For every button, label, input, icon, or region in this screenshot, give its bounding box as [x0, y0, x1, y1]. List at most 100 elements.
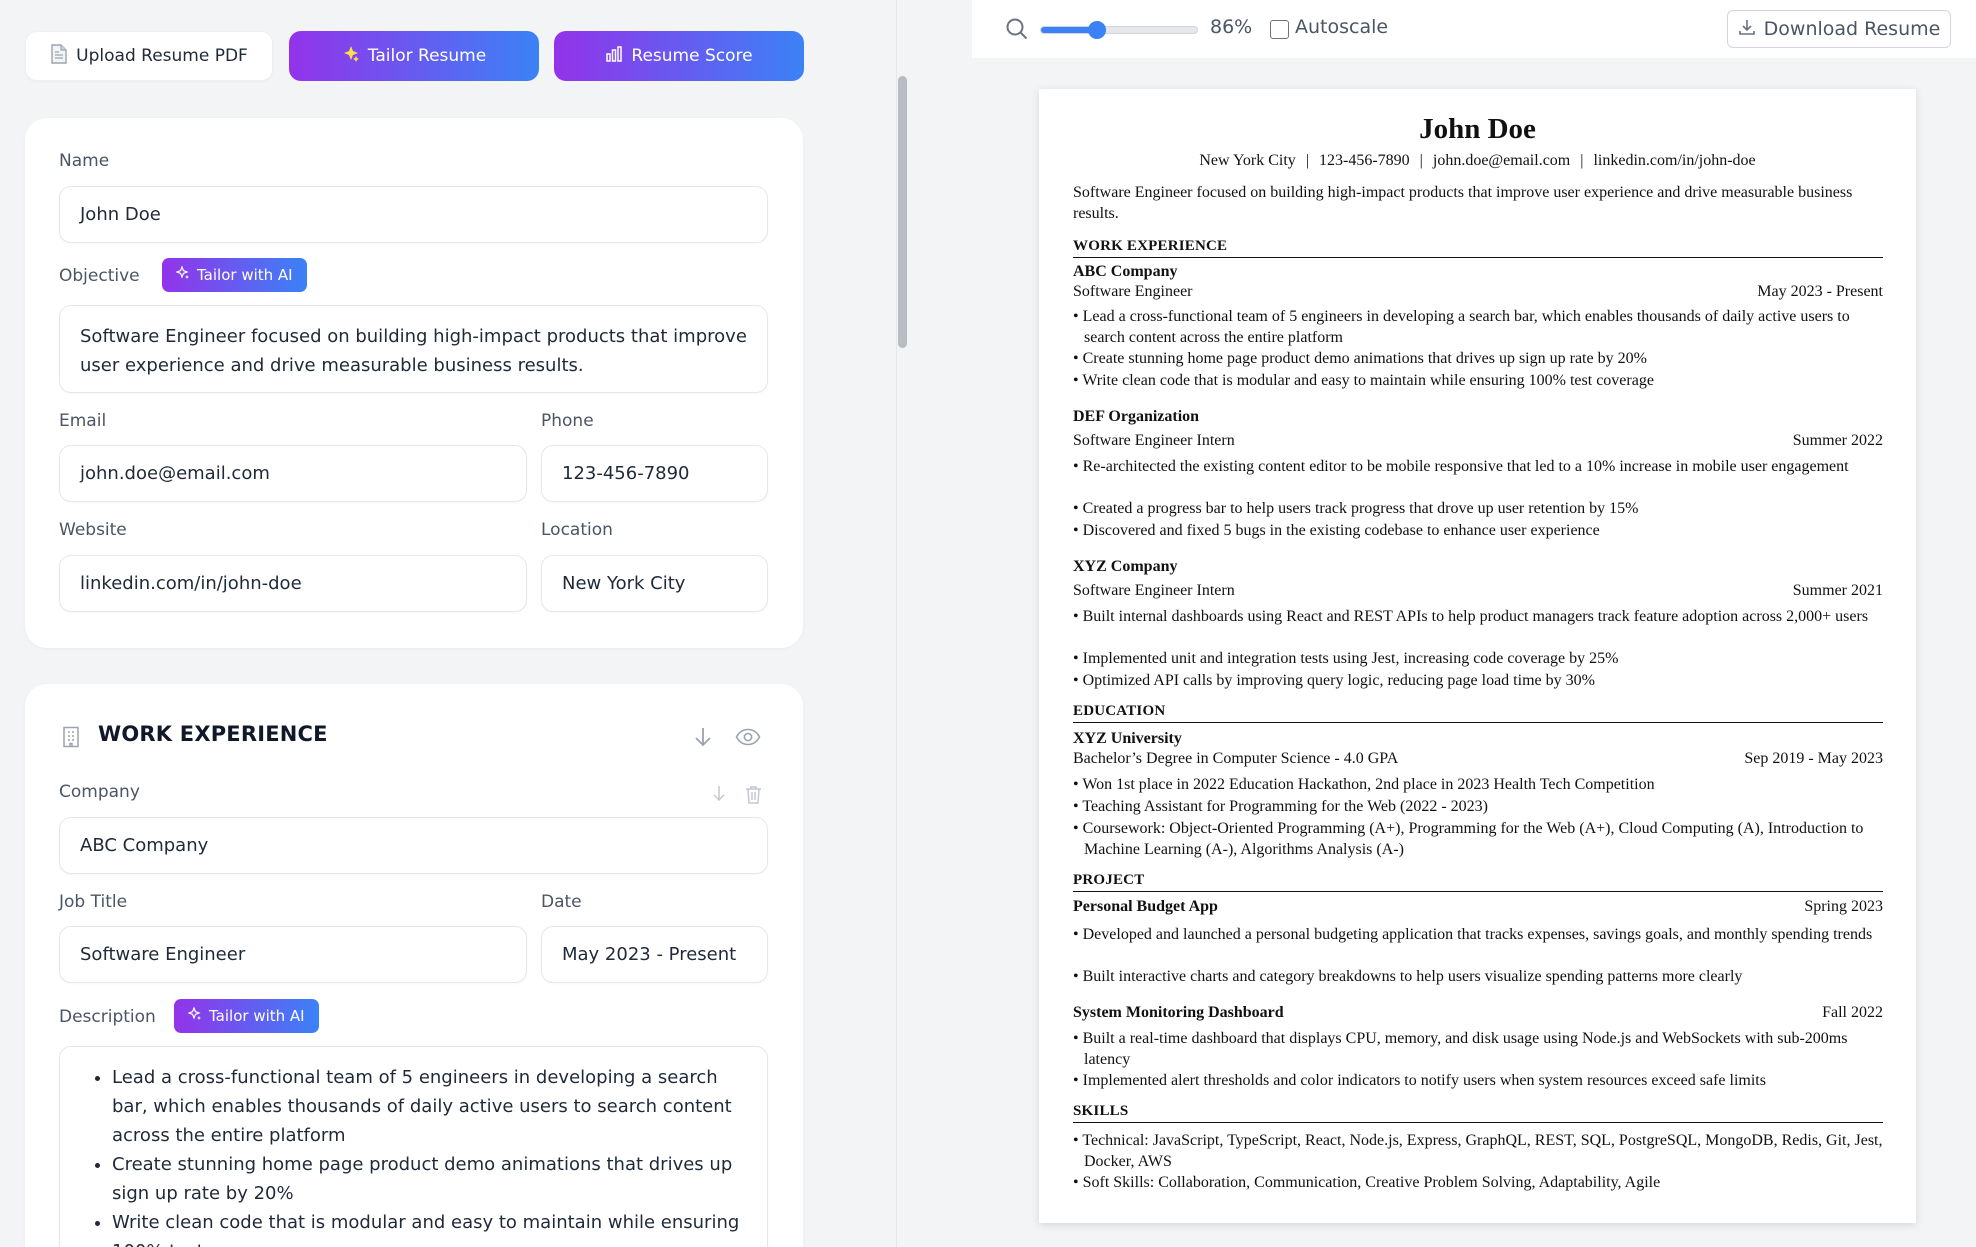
email-value: john.doe@email.com — [80, 463, 270, 484]
resume-score-label: Resume Score — [631, 46, 753, 66]
resume-email: john.doe@email.com — [1432, 152, 1571, 169]
description-tailor-ai-button[interactable]: Tailor with AI — [174, 999, 319, 1033]
objective-textarea[interactable]: Software Engineer focused on building hi… — [59, 305, 768, 393]
autoscale-checkbox[interactable] — [1270, 20, 1289, 39]
job-title-label: Job Title — [59, 892, 128, 912]
company-field[interactable]: ABC Company — [59, 817, 768, 874]
download-resume-label: Download Resume — [1763, 18, 1941, 40]
editor-panel: Upload Resume PDF Tailor Resume Resume S… — [0, 0, 897, 1247]
sparkles-icon — [175, 265, 190, 284]
tailor-resume-button[interactable]: Tailor Resume — [289, 31, 539, 81]
move-section-down-icon[interactable] — [690, 724, 716, 750]
resume-bullet: • Built internal dashboards using React … — [1073, 608, 1869, 625]
resume-job-row: Software Engineer Intern Summer 2022 — [1073, 432, 1883, 449]
name-label: Name — [59, 151, 110, 171]
zoom-slider[interactable] — [1040, 21, 1198, 39]
job-title-value: Software Engineer — [80, 944, 246, 965]
description-bullet: Create stunning home page product demo a… — [112, 1150, 747, 1208]
move-entry-down-icon[interactable] — [710, 784, 728, 804]
resume-project-heading: PROJECT — [1073, 872, 1883, 892]
resume-job-company: ABC Company — [1073, 263, 1178, 280]
name-value: John Doe — [80, 204, 161, 225]
resume-bullet: • Coursework: Object-Oriented Programmin… — [1073, 820, 1864, 858]
resume-website: linkedin.com/in/john-doe — [1593, 152, 1756, 169]
editor-scrollbar[interactable] — [898, 76, 907, 348]
zoom-percentage: 86% — [1210, 16, 1253, 38]
resume-preview: John Doe New York City | 123-456-7890 | john… — [1039, 89, 1916, 1223]
resume-job-company: DEF Organization — [1073, 408, 1200, 425]
resume-job-row: Software Engineer May 2023 - Present — [1073, 283, 1883, 300]
download-resume-button[interactable]: Download Resume — [1727, 10, 1951, 48]
resume-project-row: System Monitoring Dashboard Fall 2022 — [1073, 1004, 1883, 1021]
phone-field[interactable]: 123-456-7890 — [541, 445, 768, 502]
resume-skills-heading: SKILLS — [1073, 1103, 1883, 1123]
building-icon — [60, 725, 82, 749]
location-value: New York City — [562, 573, 686, 594]
resume-education-heading: EDUCATION — [1073, 703, 1883, 723]
resume-project-row: Personal Budget App Spring 2023 — [1073, 898, 1883, 915]
company-value: ABC Company — [80, 835, 209, 856]
date-field[interactable]: May 2023 - Present — [541, 926, 768, 983]
resume-degree-row: Bachelor’s Degree in Computer Science - … — [1073, 750, 1883, 767]
panel-divider — [896, 0, 897, 1247]
resume-bullet: • Discovered and fixed 5 bugs in the exi… — [1073, 522, 1600, 539]
search-icon — [1003, 15, 1031, 43]
resume-bullet: • Implemented alert thresholds and color… — [1073, 1072, 1766, 1089]
resume-bullet: • Re-architected the existing content ed… — [1073, 458, 1849, 475]
tailor-ai-label: Tailor with AI — [209, 1007, 305, 1025]
upload-resume-button[interactable]: Upload Resume PDF — [25, 31, 273, 81]
resume-bullet: • Implemented unit and integration tests… — [1073, 650, 1619, 667]
resume-bullet: • Soft Skills: Collaboration, Communicat… — [1073, 1174, 1661, 1191]
resume-job-row: Software Engineer Intern Summer 2021 — [1073, 582, 1883, 599]
resume-job-company: XYZ Company — [1073, 558, 1178, 575]
sparkles-icon — [187, 1006, 202, 1025]
date-value: May 2023 - Present — [562, 944, 737, 965]
phone-label: Phone — [541, 411, 594, 431]
resume-bullet: • Write clean code that is modular and e… — [1073, 372, 1654, 389]
description-bullet-list: Lead a cross-functional team of 5 engine… — [96, 1063, 747, 1247]
trash-icon[interactable] — [743, 783, 763, 805]
description-textarea[interactable]: Lead a cross-functional team of 5 engine… — [59, 1046, 768, 1247]
resume-bullet: • Created a progress bar to help users t… — [1073, 500, 1639, 517]
resume-bullet: • Built a real-time dashboard that displ… — [1073, 1030, 1848, 1068]
objective-tailor-ai-button[interactable]: Tailor with AI — [162, 258, 307, 292]
email-label: Email — [59, 411, 107, 431]
upload-resume-label: Upload Resume PDF — [76, 46, 248, 66]
resume-location: New York City — [1199, 152, 1296, 169]
resume-bullet: • Lead a cross-functional team of 5 engi… — [1073, 308, 1850, 346]
resume-bullet: • Built interactive charts and category … — [1073, 968, 1743, 985]
description-bullet: Lead a cross-functional team of 5 engine… — [112, 1063, 747, 1150]
autoscale-label: Autoscale — [1295, 16, 1389, 38]
resume-bullet: • Create stunning home page product demo… — [1073, 350, 1647, 367]
eye-icon[interactable] — [733, 724, 763, 750]
website-label: Website — [59, 520, 127, 540]
company-label: Company — [59, 782, 140, 802]
resume-name: John Doe — [1419, 113, 1536, 145]
resume-bullet: • Optimized API calls by improving query… — [1073, 672, 1595, 689]
name-field[interactable]: John Doe — [59, 186, 768, 243]
location-field[interactable]: New York City — [541, 555, 768, 612]
email-field[interactable]: john.doe@email.com — [59, 445, 527, 502]
resume-score-button[interactable]: Resume Score — [554, 31, 804, 81]
resume-phone: 123-456-7890 — [1319, 152, 1410, 169]
location-label: Location — [541, 520, 613, 540]
description-bullet: Write clean code that is modular and eas… — [112, 1208, 747, 1247]
objective-value: Software Engineer focused on building hi… — [80, 326, 747, 376]
resume-bullet: • Developed and launched a personal budg… — [1073, 926, 1873, 943]
job-title-field[interactable]: Software Engineer — [59, 926, 527, 983]
resume-work-heading: WORK EXPERIENCE — [1073, 238, 1883, 258]
resume-bullet: • Teaching Assistant for Programming for… — [1073, 798, 1488, 815]
document-icon — [50, 43, 68, 69]
website-field[interactable]: linkedin.com/in/john-doe — [59, 555, 527, 612]
work-experience-title: WORK EXPERIENCE — [98, 722, 328, 746]
date-label: Date — [541, 892, 582, 912]
description-label: Description — [59, 1007, 156, 1027]
phone-value: 123-456-7890 — [562, 463, 690, 484]
objective-label: Objective — [59, 266, 140, 286]
resume-contact-line: New York City | 123-456-7890 | john.doe@emai… — [1199, 152, 1756, 169]
bar-chart-icon — [605, 45, 623, 68]
resume-bullet: • Won 1st place in 2022 Education Hackat… — [1073, 776, 1655, 793]
resume-objective: Software Engineer focused on building hi… — [1073, 184, 1853, 222]
resume-school: XYZ University — [1073, 730, 1182, 747]
tailor-ai-label: Tailor with AI — [197, 266, 293, 284]
